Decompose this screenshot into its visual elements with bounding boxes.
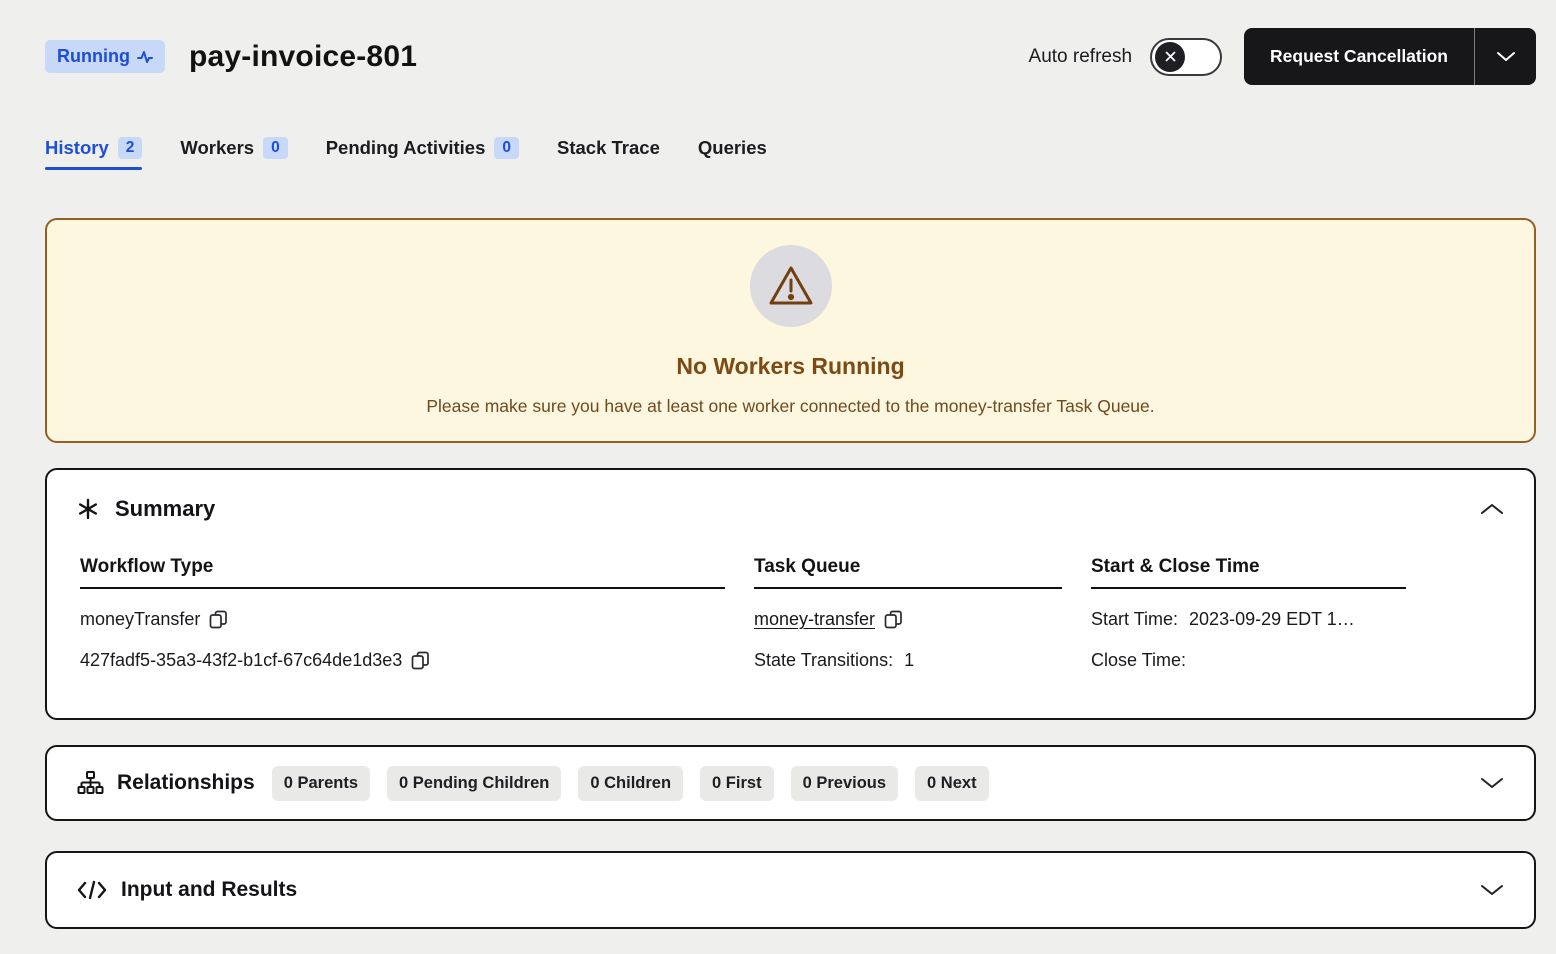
workflow-type-value: moneyTransfer [80, 609, 200, 630]
relationships-header[interactable]: Relationships 0 Parents 0 Pending Childr… [77, 747, 1504, 819]
task-queue-header: Task Queue [754, 556, 1062, 589]
start-time-value: 2023-09-29 EDT 1… [1189, 609, 1355, 630]
cancel-menu-button[interactable] [1474, 28, 1536, 85]
pending-children-badge: 0 Pending Children [387, 766, 561, 801]
asterisk-icon [77, 497, 99, 521]
banner-message: Please make sure you have at least one w… [426, 396, 1154, 417]
relationships-card: Relationships 0 Parents 0 Pending Childr… [45, 745, 1536, 821]
summary-header[interactable]: Summary [77, 496, 1504, 522]
task-queue-link[interactable]: money-transfer [754, 609, 875, 630]
close-time-label: Close Time: [1091, 650, 1186, 671]
toggle-knob [1155, 42, 1185, 72]
children-badge: 0 Children [578, 766, 683, 801]
copy-run-id-button[interactable] [411, 651, 430, 670]
page-title: pay-invoice-801 [189, 40, 417, 74]
tab-label: Stack Trace [557, 137, 660, 159]
workflow-detail-page: Running pay-invoice-801 Auto refresh [0, 0, 1556, 954]
tab-history[interactable]: History 2 [45, 137, 142, 168]
header-actions: Auto refresh Request Cancellation [1029, 28, 1536, 85]
tab-queries[interactable]: Queries [698, 137, 767, 168]
copy-workflow-type-button[interactable] [209, 610, 228, 629]
tab-count-badge: 2 [118, 137, 143, 159]
sitemap-icon [77, 770, 104, 796]
no-workers-banner: No Workers Running Please make sure you … [45, 218, 1536, 443]
warning-triangle-icon [767, 264, 815, 308]
auto-refresh-label: Auto refresh [1029, 46, 1133, 68]
x-icon [1163, 49, 1178, 64]
page-header: Running pay-invoice-801 Auto refresh [0, 0, 1556, 85]
heartbeat-icon [137, 49, 153, 64]
tab-label: Pending Activities [326, 137, 486, 159]
tab-label: Queries [698, 137, 767, 159]
tab-label: Workers [180, 137, 254, 159]
relationships-badges: 0 Parents 0 Pending Children 0 Children … [272, 766, 989, 801]
tab-workers[interactable]: Workers 0 [180, 137, 287, 168]
tab-count-badge: 0 [494, 137, 519, 159]
status-badge: Running [45, 40, 165, 73]
chevron-down-icon [1496, 51, 1516, 62]
input-results-title: Input and Results [121, 878, 297, 902]
tab-pending-activities[interactable]: Pending Activities 0 [326, 137, 519, 168]
chevron-down-icon [1480, 777, 1504, 789]
warning-icon-circle [750, 245, 832, 327]
input-results-card: Input and Results [45, 851, 1536, 929]
tab-count-badge: 0 [263, 137, 288, 159]
summary-card: Summary Workflow Type moneyTransfer [45, 468, 1536, 720]
workflow-type-column: Workflow Type moneyTransfer 427fadf5-35a… [80, 556, 725, 671]
summary-title: Summary [115, 496, 215, 522]
banner-title: No Workers Running [676, 353, 904, 380]
chevron-down-icon [1480, 884, 1504, 896]
previous-badge: 0 Previous [791, 766, 898, 801]
workflow-type-header: Workflow Type [80, 556, 725, 589]
first-badge: 0 First [700, 766, 774, 801]
parents-badge: 0 Parents [272, 766, 370, 801]
state-transitions-label: State Transitions: [754, 650, 893, 671]
tab-bar: History 2 Workers 0 Pending Activities 0… [45, 137, 1536, 168]
copy-task-queue-button[interactable] [884, 610, 903, 629]
summary-columns: Workflow Type moneyTransfer 427fadf5-35a… [77, 556, 1504, 671]
input-results-header[interactable]: Input and Results [77, 853, 1504, 927]
run-id-value: 427fadf5-35a3-43f2-b1cf-67c64de1d3e3 [80, 650, 402, 671]
time-header: Start & Close Time [1091, 556, 1406, 589]
chevron-up-icon [1480, 503, 1504, 515]
code-icon [77, 879, 107, 901]
start-time-label: Start Time: [1091, 609, 1178, 630]
auto-refresh-toggle[interactable] [1150, 38, 1222, 76]
state-transitions-value: 1 [904, 650, 914, 671]
status-badge-label: Running [57, 46, 130, 67]
time-column: Start & Close Time Start Time: 2023-09-2… [1091, 556, 1406, 671]
relationships-title: Relationships [117, 771, 255, 795]
cancel-button-group: Request Cancellation [1244, 28, 1536, 85]
task-queue-column: Task Queue money-transfer State Transiti… [754, 556, 1062, 671]
next-badge: 0 Next [915, 766, 989, 801]
request-cancellation-button[interactable]: Request Cancellation [1244, 28, 1474, 85]
tab-label: History [45, 137, 109, 159]
tab-stack-trace[interactable]: Stack Trace [557, 137, 660, 168]
